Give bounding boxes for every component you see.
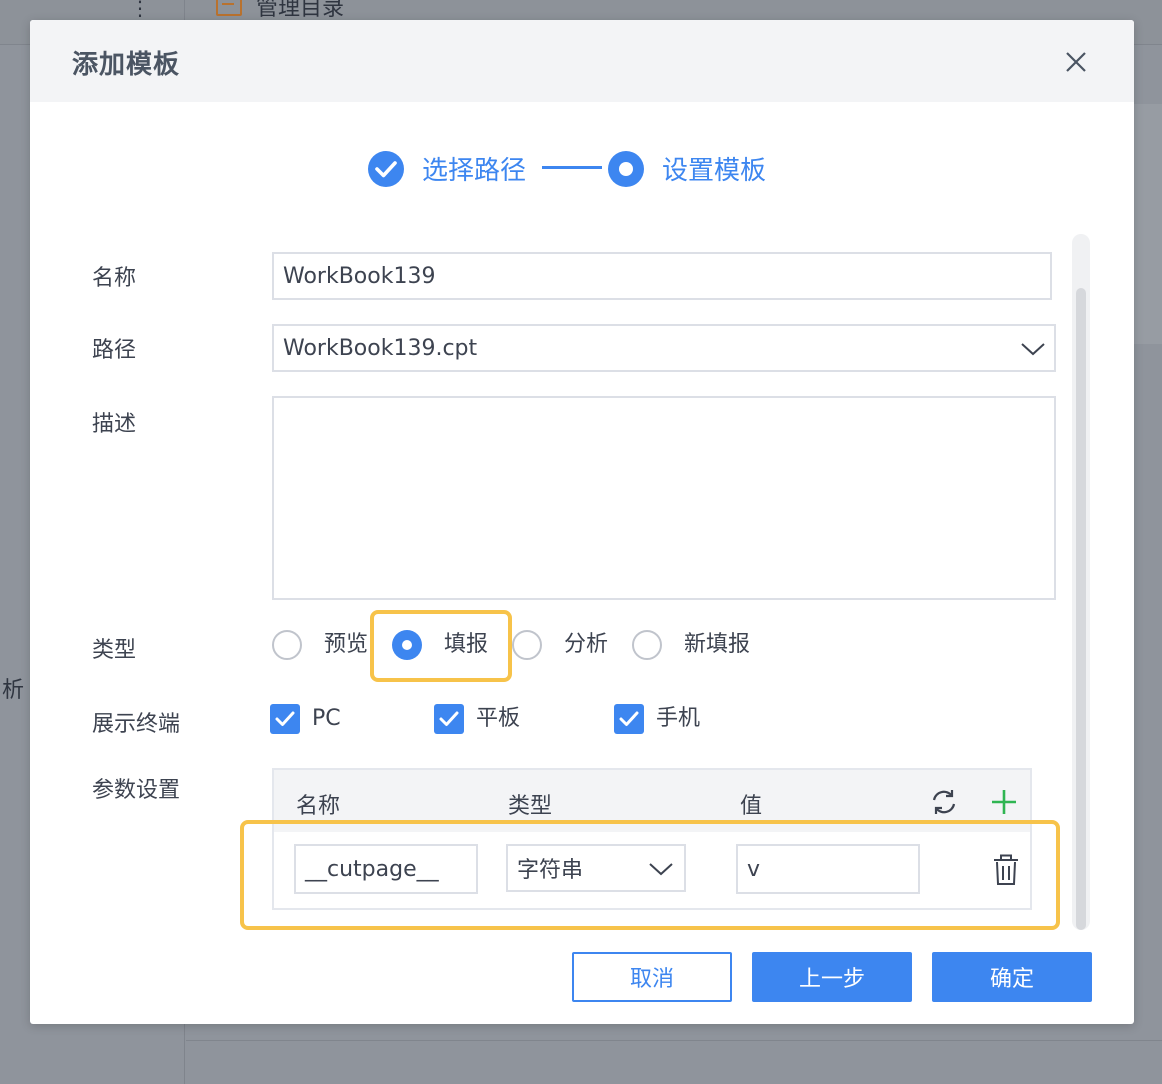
- params-table: 名称 类型 值 __cutpage__ 字符串 v: [272, 768, 1032, 910]
- param-type-value: 字符串: [517, 858, 584, 883]
- step-select-path: 选择路径: [368, 150, 526, 187]
- check-icon: [439, 711, 459, 726]
- param-name-input[interactable]: __cutpage__: [294, 844, 478, 894]
- cancel-button[interactable]: 取消: [572, 952, 732, 1002]
- radio-new-fill[interactable]: [632, 630, 662, 660]
- checkbox-mobile[interactable]: [614, 704, 644, 734]
- trash-icon[interactable]: [992, 854, 1020, 886]
- checkbox-label-pc: PC: [312, 706, 341, 731]
- check-icon: [275, 711, 295, 726]
- close-icon: [1066, 52, 1086, 72]
- radio-fill[interactable]: [392, 630, 422, 660]
- step-set-template: 设置模板: [608, 150, 766, 187]
- active-step-icon: [608, 150, 644, 187]
- param-value-value: v: [747, 856, 761, 882]
- scrollbar-thumb[interactable]: [1076, 288, 1086, 930]
- confirm-button[interactable]: 确定: [932, 952, 1092, 1002]
- check-icon: [619, 711, 639, 726]
- previous-step-button[interactable]: 上一步: [752, 952, 912, 1002]
- plus-icon[interactable]: [990, 788, 1018, 816]
- background-sidebar-text: 析: [2, 678, 25, 703]
- step-label: 选择路径: [422, 156, 527, 186]
- radio-label-fill: 填报: [444, 632, 489, 657]
- param-header-name: 名称: [296, 794, 341, 819]
- params-table-header: 名称 类型 值: [274, 770, 1030, 832]
- terminal-label: 展示终端: [92, 712, 181, 737]
- params-label: 参数设置: [92, 778, 181, 803]
- table-row: __cutpage__ 字符串 v: [274, 832, 1030, 908]
- name-label: 名称: [92, 266, 137, 291]
- refresh-icon[interactable]: [930, 788, 958, 816]
- chevron-down-icon: [649, 863, 673, 876]
- background-divider-bottom: [186, 1040, 1162, 1041]
- name-input-value: WorkBook139: [283, 263, 436, 289]
- path-label: 路径: [92, 338, 137, 363]
- radio-label-analysis: 分析: [564, 632, 609, 657]
- checkbox-label-tablet: 平板: [476, 706, 521, 731]
- name-input[interactable]: WorkBook139: [272, 252, 1052, 300]
- more-menu-icon: ⋮: [130, 0, 150, 20]
- dialog-header: 添加模板: [30, 20, 1134, 102]
- close-button[interactable]: [1060, 46, 1092, 78]
- param-value-input[interactable]: v: [736, 844, 920, 894]
- param-type-select[interactable]: 字符串: [506, 844, 686, 892]
- check-icon: [368, 150, 404, 187]
- dialog-title: 添加模板: [72, 50, 181, 80]
- background-panel: [1134, 104, 1162, 344]
- type-label: 类型: [92, 638, 137, 663]
- radio-analysis[interactable]: [512, 630, 542, 660]
- add-template-dialog: 添加模板 选择路径 设置模板 名称 WorkBook139 路径 WorkBoo…: [30, 20, 1134, 1024]
- checkbox-tablet[interactable]: [434, 704, 464, 734]
- radio-preview[interactable]: [272, 630, 302, 660]
- step-label: 设置模板: [662, 156, 767, 186]
- path-select-value: WorkBook139.cpt: [283, 335, 478, 361]
- param-header-type: 类型: [508, 794, 553, 819]
- folder-icon: [216, 0, 242, 16]
- param-name-value: __cutpage__: [305, 856, 439, 882]
- description-label: 描述: [92, 412, 137, 437]
- chevron-down-icon: [1021, 343, 1045, 356]
- step-connector: [542, 166, 602, 169]
- path-select[interactable]: WorkBook139.cpt: [272, 324, 1056, 372]
- description-textarea[interactable]: [272, 396, 1056, 600]
- checkbox-label-mobile: 手机: [656, 706, 701, 731]
- background-menu-item: 管理目录: [256, 0, 345, 21]
- radio-label-new-fill: 新填报: [684, 632, 751, 657]
- radio-label-preview: 预览: [324, 632, 369, 657]
- param-header-value: 值: [740, 794, 763, 819]
- checkbox-pc[interactable]: [270, 704, 300, 734]
